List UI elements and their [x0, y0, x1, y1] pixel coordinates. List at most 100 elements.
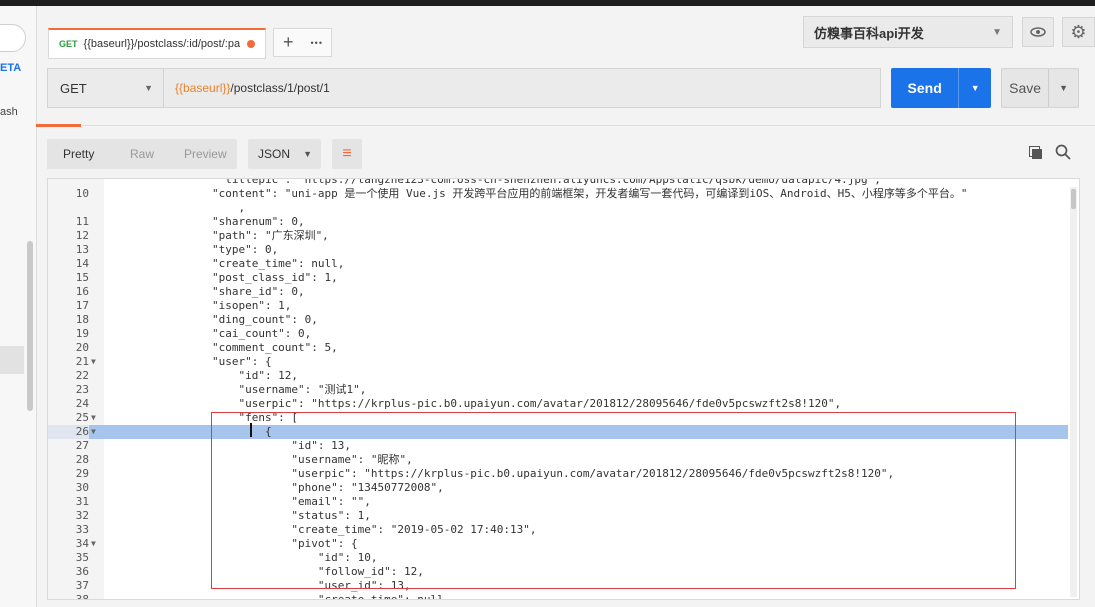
- code-lines: "titlepic": "https://tangzhe123-com.oss-…: [48, 179, 1068, 600]
- line-number: 10: [75, 187, 89, 200]
- window-top-bar: [0, 0, 1095, 6]
- code-line: 18 "ding_count": 0,: [48, 313, 1068, 327]
- code-line: 11 "sharenum": 0,: [48, 215, 1068, 229]
- method-select[interactable]: GET ▼: [48, 69, 164, 107]
- code-line: 13 "type": 0,: [48, 243, 1068, 257]
- code-line: 17 "isopen": 1,: [48, 299, 1068, 313]
- code-text: "create_time": "2019-05-02 17:40:13",: [106, 523, 537, 536]
- sidebar-strip: ETA ash: [0, 6, 37, 607]
- code-text: "follow_id": 12,: [106, 565, 424, 578]
- code-line: 16 "share_id": 0,: [48, 285, 1068, 299]
- chevron-down-icon: ▼: [144, 83, 153, 93]
- sidebar-label-1[interactable]: ETA: [0, 62, 21, 74]
- tab-method: GET: [59, 39, 78, 49]
- eye-icon[interactable]: [1022, 17, 1054, 47]
- more-tabs-button[interactable]: •••: [303, 29, 332, 56]
- send-label: Send: [907, 80, 942, 96]
- line-number: 12: [75, 229, 89, 242]
- code-line: 29 "userpic": "https://krplus-pic.b0.upa…: [48, 467, 1068, 481]
- add-tab-button[interactable]: +: [274, 29, 303, 56]
- sidebar-label-2[interactable]: ash: [0, 106, 18, 118]
- format-tabs: Pretty Raw Preview: [47, 139, 237, 169]
- line-number: 26: [48, 425, 89, 439]
- environment-name: 仿糗事百科api开发: [814, 25, 924, 41]
- line-number: 17: [75, 299, 89, 312]
- fold-toggle-icon[interactable]: ▼: [91, 411, 101, 425]
- wrap-lines-button[interactable]: ≡: [332, 139, 362, 169]
- code-text: "cai_count": 0,: [106, 327, 312, 340]
- line-number: 38: [75, 593, 89, 600]
- code-line: 30 "phone": "13450772008",: [48, 481, 1068, 495]
- fold-toggle-icon[interactable]: ▼: [91, 355, 101, 369]
- url-bar: GET ▼ {{baseurl}}/postclass/1/post/1: [47, 68, 881, 108]
- code-line: 36 "follow_id": 12,: [48, 565, 1068, 579]
- line-number: 25: [75, 411, 89, 424]
- active-tab-indicator: [36, 124, 81, 127]
- code-text: "id": 13,: [106, 439, 352, 452]
- code-line: 24 "userpic": "https://krplus-pic.b0.upa…: [48, 397, 1068, 411]
- code-line: 35 "id": 10,: [48, 551, 1068, 565]
- code-text: "username": "测试1",: [106, 383, 367, 396]
- code-text: "create_time": null,: [106, 257, 345, 270]
- line-number: 13: [75, 243, 89, 256]
- code-text: "sharenum": 0,: [106, 215, 305, 228]
- line-number: 29: [75, 467, 89, 480]
- section-divider: [36, 125, 1095, 126]
- line-number: 14: [75, 257, 89, 270]
- code-line: ,: [48, 201, 1068, 215]
- fold-toggle-icon[interactable]: ▼: [91, 537, 101, 551]
- tab-actions: + •••: [273, 28, 332, 57]
- code-line: 33 "create_time": "2019-05-02 17:40:13",: [48, 523, 1068, 537]
- code-text: "user": {: [106, 355, 272, 368]
- code-text: "id": 12,: [106, 369, 299, 382]
- send-dropdown-icon[interactable]: ▼: [958, 68, 991, 108]
- line-number: 16: [75, 285, 89, 298]
- save-dropdown-icon[interactable]: ▼: [1048, 69, 1078, 107]
- editor-scroll-thumb[interactable]: [1071, 189, 1076, 209]
- tab-preview[interactable]: Preview: [174, 139, 237, 169]
- url-input[interactable]: {{baseurl}}/postclass/1/post/1: [164, 81, 330, 95]
- code-line: 23 "username": "测试1",: [48, 383, 1068, 397]
- code-line: 21 ▼ "user": {: [48, 355, 1068, 369]
- code-line: 19 "cai_count": 0,: [48, 327, 1068, 341]
- response-type-label: JSON: [258, 147, 291, 161]
- code-text: "content": "uni-app 是一个使用 Vue.js 开发跨平台应用…: [106, 187, 968, 200]
- code-line: 10 "content": "uni-app 是一个使用 Vue.js 开发跨平…: [48, 187, 1068, 201]
- url-path: /postclass/1/post/1: [230, 81, 330, 95]
- code-text: "userpic": "https://krplus-pic.b0.upaiyu…: [106, 467, 895, 480]
- line-number: 22: [75, 369, 89, 382]
- line-number: 37: [75, 579, 89, 592]
- code-line: 31 "email": "",: [48, 495, 1068, 509]
- environment-select[interactable]: 仿糗事百科api开发 ▼: [803, 16, 1013, 48]
- tab-title: {{baseurl}}/postclass/:id/post/:pa: [83, 38, 241, 50]
- code-line: 37 "user_id": 13,: [48, 579, 1068, 593]
- response-type-select[interactable]: JSON ▼: [248, 139, 321, 169]
- request-tab[interactable]: GET {{baseurl}}/postclass/:id/post/:pa: [48, 28, 266, 59]
- line-number: 31: [75, 495, 89, 508]
- code-line: 34 ▼ "pivot": {: [48, 537, 1068, 551]
- code-text: "fens": [: [106, 411, 299, 424]
- save-button[interactable]: Save ▼: [1001, 68, 1079, 108]
- gear-icon[interactable]: ⚙: [1062, 17, 1095, 47]
- code-text: "username": "昵称",: [106, 453, 413, 466]
- response-body-editor[interactable]: "titlepic": "https://tangzhe123-com.oss-…: [47, 178, 1080, 600]
- code-text: "id": 10,: [106, 551, 378, 564]
- sidebar-search-pill[interactable]: [0, 24, 26, 52]
- code-line: 22 "id": 12,: [48, 369, 1068, 383]
- sidebar-selected-item[interactable]: [0, 346, 24, 374]
- line-number: 32: [75, 509, 89, 522]
- fold-toggle-icon[interactable]: ▼: [91, 425, 101, 439]
- send-button[interactable]: Send ▼: [891, 68, 991, 108]
- chevron-down-icon: ▼: [992, 26, 1002, 38]
- tab-pretty[interactable]: Pretty: [47, 139, 111, 169]
- line-number: 15: [75, 271, 89, 284]
- copy-icon[interactable]: [1029, 146, 1045, 162]
- editor-scrollbar[interactable]: [1070, 187, 1077, 597]
- sidebar-scrollbar[interactable]: [27, 241, 33, 411]
- line-number: 23: [75, 383, 89, 396]
- code-line: 32 "status": 1,: [48, 509, 1068, 523]
- tab-raw[interactable]: Raw: [110, 139, 173, 169]
- search-icon[interactable]: [1055, 144, 1073, 162]
- url-variable: {{baseurl}}: [175, 81, 231, 95]
- line-number: 18: [75, 313, 89, 326]
